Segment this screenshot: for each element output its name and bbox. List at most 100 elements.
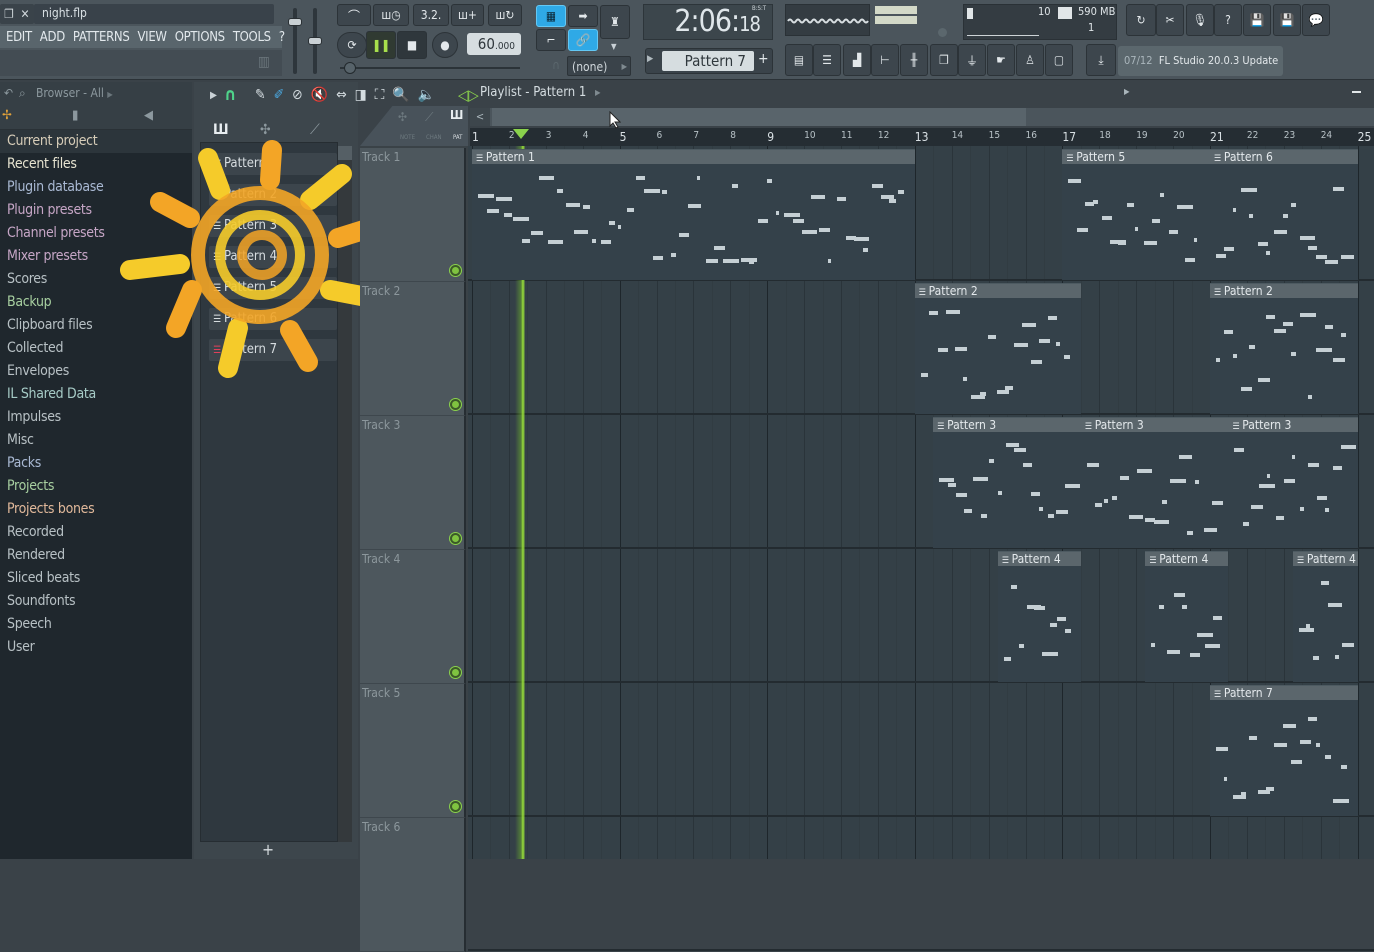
- track-header[interactable]: [360, 550, 466, 684]
- stop-button[interactable]: ■: [397, 31, 427, 59]
- pattern-clip[interactable]: ☰ Pattern 5: [1062, 149, 1210, 280]
- menu-edit[interactable]: EDIT: [0, 30, 36, 45]
- pattern-picker-item[interactable]: ☰ Pattern 7: [209, 339, 337, 361]
- clip-header[interactable]: ☰ Pattern 3: [933, 418, 1081, 432]
- delete-icon[interactable]: ⊘: [292, 87, 303, 103]
- browser-view-button[interactable]: ⊢: [871, 44, 899, 76]
- browser-item[interactable]: Current project: [0, 130, 192, 153]
- pencil-icon[interactable]: ✎: [255, 87, 266, 103]
- record-button[interactable]: ●: [432, 32, 458, 58]
- pattern-picker-item[interactable]: ☰ Pattern 4: [209, 246, 337, 268]
- track-header[interactable]: [360, 818, 466, 952]
- track-name[interactable]: Track 6: [362, 820, 400, 834]
- browser-item[interactable]: Rendered: [0, 544, 192, 567]
- play-pause-button[interactable]: ❚❚: [366, 31, 396, 59]
- master-pitch-handle[interactable]: [308, 37, 322, 45]
- blend-notes-button[interactable]: ш+: [451, 4, 484, 26]
- browser-item[interactable]: Soundfonts: [0, 590, 192, 613]
- back-icon[interactable]: ↶: [4, 82, 13, 104]
- pattern-picker-item[interactable]: ☰ Pattern 2: [209, 184, 337, 206]
- browser-item[interactable]: Projects: [0, 475, 192, 498]
- pages-icon[interactable]: ▮: [72, 108, 78, 123]
- clip-header[interactable]: ☰ Pattern 3: [1228, 418, 1358, 432]
- typing-keyboard-button[interactable]: ➡: [568, 5, 598, 27]
- audio-recording-button[interactable]: ♙: [1016, 44, 1044, 76]
- mixer-view-button[interactable]: ╫: [900, 44, 928, 76]
- save-as-button[interactable]: 💾: [1273, 4, 1301, 36]
- wait-for-input-button[interactable]: ш◷: [373, 4, 409, 26]
- browser-item[interactable]: Packs: [0, 452, 192, 475]
- add-pattern-picker-button[interactable]: +: [262, 840, 274, 859]
- menu-add[interactable]: ADD: [36, 30, 69, 45]
- track-name[interactable]: Track 5: [362, 686, 400, 700]
- menu-patterns[interactable]: PATTERNS: [69, 30, 134, 45]
- chat-button[interactable]: 💬: [1302, 4, 1330, 36]
- browser-item[interactable]: IL Shared Data: [0, 383, 192, 406]
- select-icon[interactable]: ⛶: [375, 87, 385, 103]
- pattern-clip[interactable]: ☰ Pattern 3: [933, 417, 1081, 548]
- piano-roll-view-button[interactable]: ▟: [843, 44, 871, 76]
- browser-item[interactable]: Backup: [0, 291, 192, 314]
- playlist-view-button[interactable]: ▤: [785, 44, 813, 76]
- metronome-button[interactable]: ⌒: [337, 4, 371, 26]
- track-header[interactable]: [360, 684, 466, 818]
- pattern-clip[interactable]: ☰ Pattern 3: [1228, 417, 1358, 548]
- clip-header[interactable]: ☰ Pattern 4: [997, 552, 1081, 566]
- filter-audio-icon[interactable]: ✣: [398, 110, 407, 124]
- browser-item[interactable]: User: [0, 636, 192, 659]
- pattern-picker-item[interactable]: ☰ Pattern 5: [209, 277, 337, 299]
- mute-icon[interactable]: 🔇: [311, 87, 328, 103]
- pattern-select[interactable]: Pattern 7: [662, 51, 754, 71]
- playback-icon[interactable]: 🔈: [418, 87, 435, 103]
- close-window-icon[interactable]: ✕: [16, 4, 34, 24]
- menu-view[interactable]: VIEW: [133, 30, 170, 45]
- clip-header[interactable]: ☰ Pattern 7: [1210, 686, 1358, 700]
- touch-controller-button[interactable]: ☛: [987, 44, 1015, 76]
- browser-item[interactable]: Mixer presets: [0, 245, 192, 268]
- step-edit-button[interactable]: ▦: [536, 5, 566, 27]
- main-volume-button[interactable]: ♜: [600, 5, 630, 39]
- browser-item[interactable]: Collected: [0, 337, 192, 360]
- clip-header[interactable]: ☰ Pattern 3: [1080, 418, 1229, 432]
- menu-help[interactable]: ?: [275, 30, 289, 45]
- tempo-field[interactable]: 60.000: [467, 33, 521, 55]
- browser-item[interactable]: Clipboard files: [0, 314, 192, 337]
- countdown-button[interactable]: 3.2.: [413, 4, 449, 26]
- zoom-icon[interactable]: 🔍: [392, 87, 409, 103]
- save-button[interactable]: 💾: [1243, 4, 1271, 36]
- track-header[interactable]: [360, 148, 466, 282]
- scrollbar-thumb[interactable]: [492, 108, 1026, 126]
- picker-tab-notes-icon[interactable]: Ш: [213, 122, 229, 138]
- master-volume-handle[interactable]: [288, 18, 302, 26]
- track-header[interactable]: [360, 282, 466, 416]
- track-name[interactable]: Track 4: [362, 552, 400, 566]
- menu-tools[interactable]: TOOLS: [229, 30, 275, 45]
- add-pattern-button[interactable]: +: [758, 51, 769, 67]
- clip-header[interactable]: ☰ Pattern 4: [1145, 552, 1229, 566]
- timeline-ruler[interactable]: 1 2 3 4 5 6 7 8 9 10 11 12 13 14 15 16 17 18 19 20 21 22 23 24 2…: [470, 128, 1374, 146]
- pattern-picker-item[interactable]: ☰ Pattern 6: [209, 308, 337, 330]
- browser-filter-label[interactable]: Browser - All: [36, 86, 104, 100]
- minimize-playlist-button[interactable]: [1352, 91, 1361, 93]
- pattern-clip[interactable]: ☰ Pattern 4: [997, 551, 1081, 682]
- menu-options[interactable]: OPTIONS: [171, 30, 229, 45]
- link-button[interactable]: 🔗: [568, 29, 598, 51]
- browser-item[interactable]: Plugin presets: [0, 199, 192, 222]
- pattern-clip[interactable]: ☰ Pattern 3: [1080, 417, 1229, 548]
- plugin-picker-button[interactable]: ⏚: [958, 44, 986, 76]
- clip-header[interactable]: ☰ Pattern 2: [1210, 284, 1358, 298]
- track-mute-led[interactable]: [450, 667, 461, 678]
- pattern-clip[interactable]: ☰ Pattern 4: [1145, 551, 1229, 682]
- slip-icon[interactable]: ⇔: [336, 87, 347, 103]
- playlist-menu-arrow-icon[interactable]: ▶: [210, 90, 217, 101]
- browser-item[interactable]: Misc: [0, 429, 192, 452]
- track-mute-led[interactable]: [450, 533, 461, 544]
- snap-select[interactable]: (none) ▶: [567, 56, 631, 76]
- track-mute-led[interactable]: [450, 801, 461, 812]
- browser-item[interactable]: Envelopes: [0, 360, 192, 383]
- track-mute-led[interactable]: [450, 265, 461, 276]
- magnet-icon[interactable]: ∩: [224, 85, 236, 105]
- browser-item[interactable]: Sliced beats: [0, 567, 192, 590]
- undo-button[interactable]: ↻: [1126, 4, 1156, 36]
- pattern-clip[interactable]: ☰ Pattern 2: [1210, 283, 1358, 414]
